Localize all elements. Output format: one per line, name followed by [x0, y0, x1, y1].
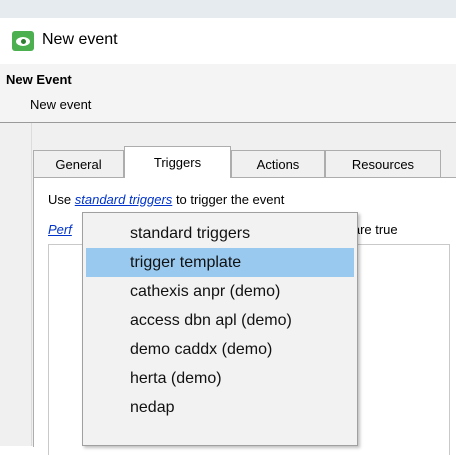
- trigger-suffix: to trigger the event: [175, 192, 285, 207]
- tab-actions[interactable]: Actions: [231, 150, 325, 177]
- tab-label: General: [55, 156, 102, 172]
- menu-item-access-dbn-apl[interactable]: access dbn apl (demo): [86, 306, 354, 335]
- tab-resources[interactable]: Resources: [325, 150, 441, 177]
- tab-general[interactable]: General: [33, 150, 124, 177]
- tab-label: Resources: [351, 156, 415, 172]
- background-window-strip: [0, 0, 456, 18]
- trigger-type-dropdown-menu[interactable]: standard triggers trigger template cathe…: [82, 212, 358, 446]
- trigger-description: Use standard triggers to trigger the eve…: [48, 192, 284, 207]
- title-bar: New event: [0, 18, 456, 64]
- menu-item-cathexis-anpr[interactable]: cathexis anpr (demo): [86, 277, 354, 306]
- tab-triggers[interactable]: Triggers: [124, 146, 231, 178]
- tab-label: Actions: [256, 156, 300, 172]
- tab-label: Triggers: [153, 155, 202, 170]
- menu-item-demo-caddx[interactable]: demo caddx (demo): [86, 335, 354, 364]
- perform-link[interactable]: Perf: [48, 222, 72, 237]
- header-subtitle: New event: [30, 97, 92, 112]
- divider: [31, 123, 32, 446]
- header-title: New Event: [6, 72, 72, 87]
- window-title: New event: [42, 31, 118, 48]
- standard-triggers-link[interactable]: standard triggers: [75, 192, 173, 207]
- dialog-header: New Event New event: [0, 64, 456, 123]
- menu-item-trigger-template[interactable]: trigger template: [86, 248, 354, 277]
- menu-item-herta[interactable]: herta (demo): [86, 364, 354, 393]
- menu-item-nedap[interactable]: nedap: [86, 393, 354, 422]
- menu-item-standard-triggers[interactable]: standard triggers: [86, 219, 354, 248]
- trigger-prefix: Use: [48, 192, 72, 207]
- eye-icon: [12, 31, 34, 51]
